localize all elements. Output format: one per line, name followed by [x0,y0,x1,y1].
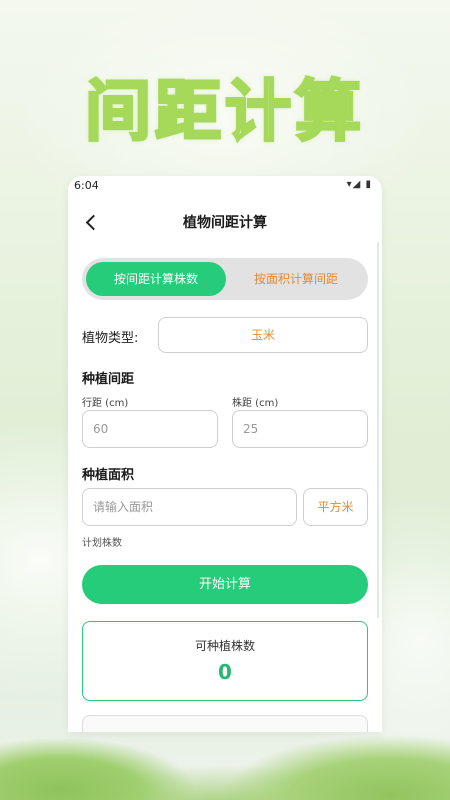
planned-count-label: 计划株数 [82,538,122,549]
plant-type-select[interactable]: 玉米 [158,317,368,353]
area-unit-select[interactable]: 平方米 [303,488,368,526]
scrollbar[interactable] [377,242,379,618]
status-icons: ▾◢ ▮ [346,179,372,190]
tab-count-by-spacing[interactable]: 按间距计算株数 [86,262,226,296]
plant-spacing-label: 株距 (cm) [232,398,279,409]
page-title: 植物间距计算 [183,215,267,231]
mode-tab-group: 按间距计算株数 按面积计算间距 [82,258,368,300]
area-input[interactable]: 请输入面积 [82,488,297,526]
result-label: 可种植株数 [194,639,255,653]
plant-spacing-input[interactable]: 25 [232,410,368,448]
result-value: 0 [218,660,232,684]
status-bar: 6:04 ▾◢ ▮ [68,176,382,196]
result-card: 可种植株数 0 [82,621,368,701]
promo-headline: 间距计算 [84,72,365,152]
tab-spacing-by-area[interactable]: 按面积计算间距 [226,262,366,296]
spacing-section-title: 种植间距 [82,372,135,387]
row-spacing-label: 行距 (cm) [82,398,129,409]
start-calculation-button[interactable]: 开始计算 [82,565,368,604]
next-card [82,715,368,732]
phone-screen: 6:04 ▾◢ ▮ 植物间距计算 按间距计算株数 按面积计算间距 植物类型: 玉… [68,176,382,732]
status-time: 6:04 [74,179,99,192]
row-spacing-input[interactable]: 60 [82,410,218,448]
area-section-title: 种植面积 [82,468,135,483]
plant-type-label: 植物类型: [82,331,139,346]
